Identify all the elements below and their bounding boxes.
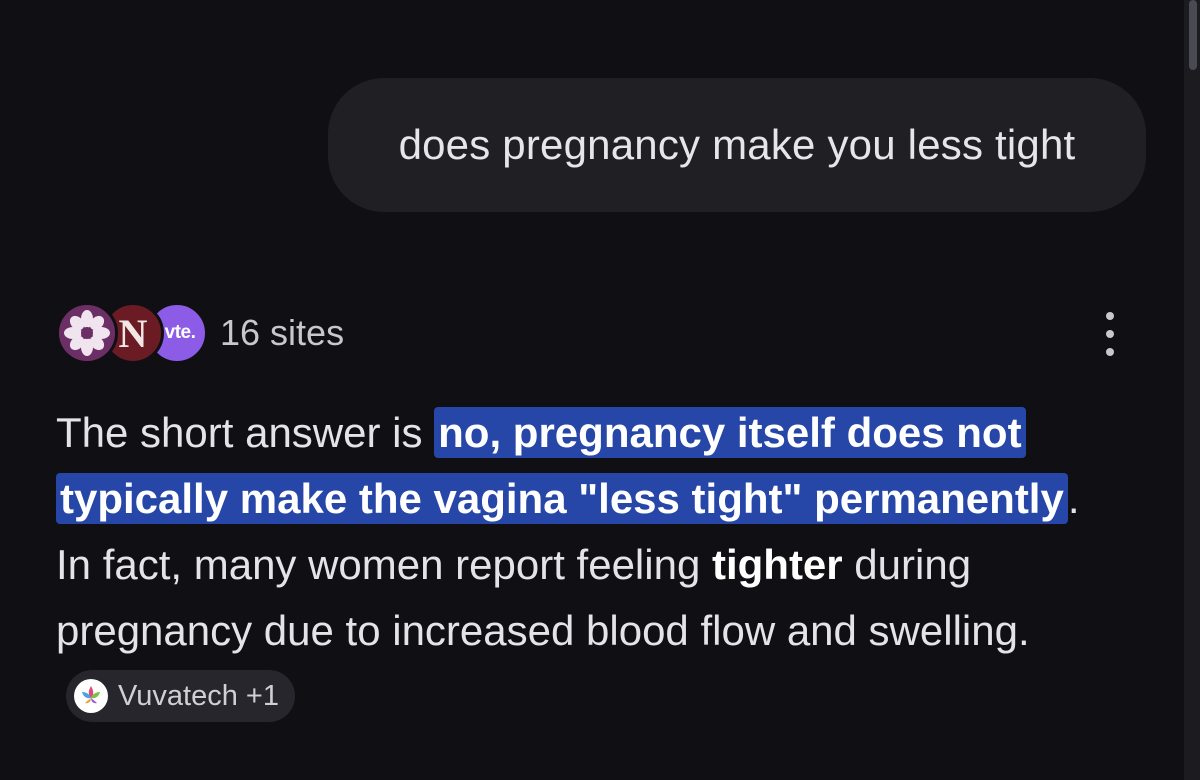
sources-button[interactable]: N vte. 16 sites (56, 302, 344, 364)
answer-text: The short answer is no, pregnancy itself… (56, 400, 1126, 730)
answer-intro: The short answer is (56, 409, 435, 456)
user-query-bubble: does pregnancy make you less tight (328, 78, 1146, 212)
vte-logo-letters: vte. (164, 322, 196, 343)
vuvatech-logo-icon (74, 678, 108, 713)
sites-count: 16 sites (220, 312, 345, 353)
scrollbar[interactable] (1184, 0, 1200, 780)
flower-logo-icon (56, 302, 118, 364)
user-query-text: does pregnancy make you less tight (398, 121, 1076, 168)
citation-label: Vuvatech +1 (118, 679, 279, 712)
scrollbar-thumb[interactable] (1189, 0, 1197, 70)
answer-bold-word: tighter (711, 541, 843, 588)
n-logo-letter: N (118, 310, 148, 356)
more-vertical-icon[interactable] (1096, 312, 1124, 356)
source-favicons: N vte. (56, 302, 208, 364)
citation-chip[interactable]: Vuvatech +1 (66, 669, 295, 722)
